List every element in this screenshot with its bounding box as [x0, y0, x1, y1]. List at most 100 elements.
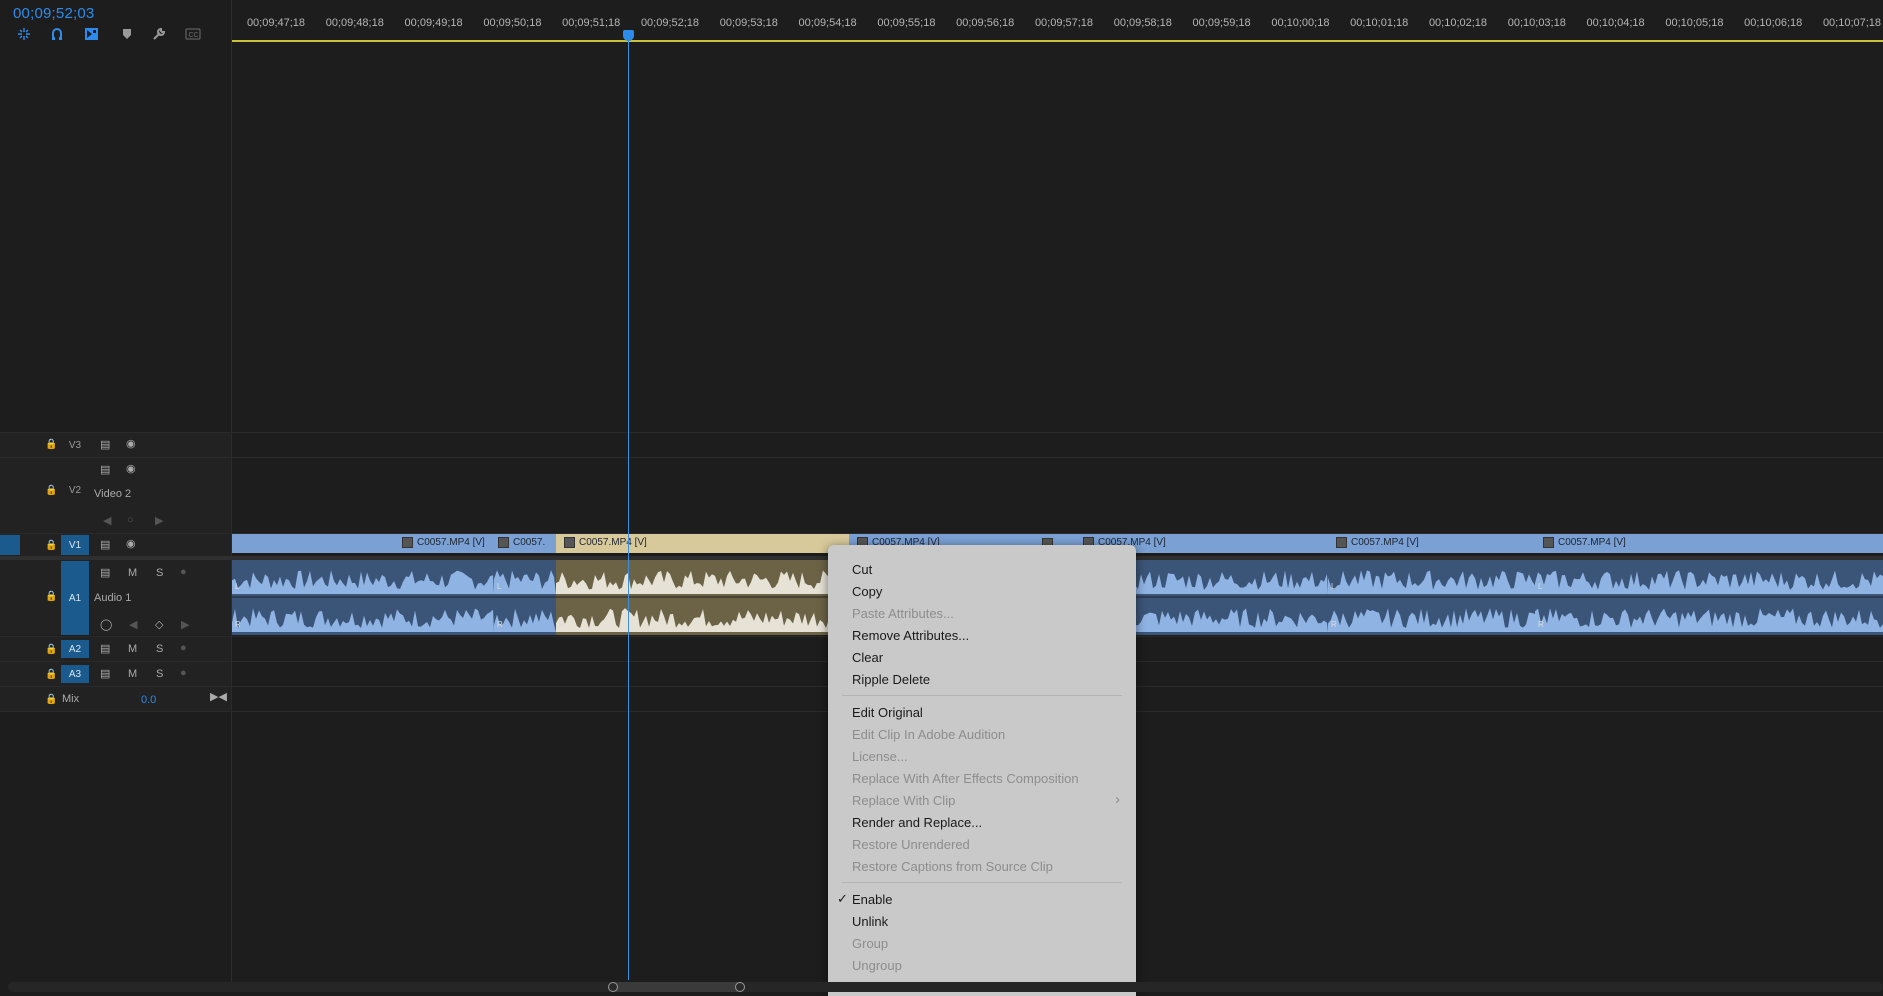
captions-icon[interactable]: CC [184, 26, 202, 42]
lock-icon[interactable]: 🔒 [45, 591, 57, 602]
ruler-time-label: 00;10;04;18 [1586, 17, 1645, 29]
add-keyframe-icon[interactable]: ○ [127, 514, 134, 526]
menu-item-cut[interactable]: Cut [852, 562, 872, 577]
eye-icon[interactable]: ◉ [126, 537, 136, 550]
timeline-scrollbar[interactable] [8, 982, 1883, 992]
track-name-a1[interactable]: Audio 1 [94, 592, 131, 604]
mute-button-a1[interactable]: M [128, 567, 137, 579]
lock-icon[interactable]: 🔒 [45, 485, 57, 496]
menu-item-remove-attributes[interactable]: Remove Attributes... [852, 628, 969, 643]
voiceover-mic-icon[interactable]: ● [180, 642, 187, 654]
menu-item-copy[interactable]: Copy [852, 584, 882, 599]
add-marker-icon[interactable] [118, 26, 136, 42]
scrollbar-thumb[interactable] [610, 982, 742, 992]
menu-item-edit-original[interactable]: Edit Original [852, 705, 923, 720]
svg-text:CC: CC [189, 32, 199, 39]
channel-label: R [1331, 620, 1337, 629]
menu-item-ripple-delete[interactable]: Ripple Delete [852, 672, 930, 687]
snap-icon[interactable] [15, 26, 33, 42]
track-target-a3[interactable]: A3 [61, 665, 89, 683]
audio-clip[interactable]: LR [494, 560, 557, 635]
menu-item-label: Cut [852, 562, 873, 577]
source-patch-v1[interactable] [0, 535, 20, 555]
solo-button-a3[interactable]: S [156, 668, 163, 680]
ruler-time-label: 00;09;55;18 [877, 17, 936, 29]
menu-item-clear[interactable]: Clear [852, 650, 883, 665]
ruler-time-label: 00;10;00;18 [1271, 17, 1330, 29]
waveform [1535, 570, 1883, 632]
menu-item-label: Remove Attributes... [852, 628, 970, 643]
waveform [1328, 570, 1535, 632]
voiceover-mic-icon[interactable]: ● [180, 667, 187, 679]
track-name-v2[interactable]: Video 2 [94, 488, 131, 500]
wrench-icon[interactable] [150, 26, 168, 42]
video-clip[interactable]: C0057.MP4 [V] [556, 534, 850, 553]
zoom-handle-right[interactable] [735, 982, 745, 992]
sync-lock-icon[interactable]: ▤ [100, 438, 110, 451]
mute-button-a3[interactable]: M [128, 668, 137, 680]
ruler-time-label: 00;10;05;18 [1665, 17, 1724, 29]
ruler-time-label: 00;09;50;18 [483, 17, 542, 29]
track-target-v1[interactable]: V1 [61, 535, 89, 555]
work-area-bar[interactable] [232, 40, 1883, 42]
audio-clip[interactable]: LR [1535, 560, 1883, 635]
track-target-v3[interactable]: V3 [61, 436, 89, 454]
previous-keyframe-icon[interactable]: ◀ [103, 514, 111, 527]
waveform [494, 570, 556, 632]
track-header-a3 [0, 662, 231, 686]
lock-icon[interactable]: 🔒 [45, 439, 57, 450]
linked-selection-icon[interactable] [48, 26, 66, 42]
menu-item-label: Replace With After Effects Composition [852, 771, 1079, 786]
audio-clip[interactable]: LR [556, 560, 850, 635]
next-keyframe-icon[interactable]: ▶ [155, 514, 163, 527]
video-clip[interactable]: C0057. [494, 534, 557, 553]
sync-lock-icon[interactable]: ▤ [100, 538, 110, 551]
audio-clip[interactable]: LR [1328, 560, 1536, 635]
video-clip[interactable]: C0057.MP4 [V] [1535, 534, 1883, 553]
solo-button-a1[interactable]: S [156, 567, 163, 579]
ruler-time-label: 00;09;58;18 [1113, 17, 1172, 29]
insert-nest-icon[interactable] [82, 26, 100, 42]
mute-button-a2[interactable]: M [128, 643, 137, 655]
playhead-handle[interactable] [623, 30, 634, 41]
add-keyframe-icon[interactable]: ◇ [155, 618, 163, 631]
playhead-timecode[interactable]: 00;09;52;03 [13, 5, 94, 22]
menu-item-enable[interactable]: Enable [852, 892, 892, 907]
menu-item-render-and-replace[interactable]: Render and Replace... [852, 815, 982, 830]
channel-label: L [497, 582, 502, 591]
audio-clip[interactable]: LR [232, 560, 495, 635]
lock-icon[interactable]: 🔒 [45, 669, 57, 680]
pan-icon[interactable]: ▶◀ [210, 690, 227, 703]
lock-icon[interactable]: 🔒 [45, 540, 57, 551]
ruler-time-label: 00;09;59;18 [1192, 17, 1251, 29]
waveform-channel [494, 608, 556, 632]
voiceover-mic-icon[interactable]: ● [180, 566, 187, 578]
zoom-handle-left[interactable] [608, 982, 618, 992]
menu-item-label: Enable [852, 892, 893, 907]
mix-volume-value[interactable]: 0.0 [141, 694, 156, 706]
eye-icon[interactable]: ◉ [126, 462, 136, 475]
keyframe-options-icon[interactable]: ◯ [100, 618, 112, 631]
eye-icon[interactable]: ◉ [126, 437, 136, 450]
lock-icon[interactable]: 🔒 [45, 644, 57, 655]
video-clip[interactable]: C0057.MP4 [V] [232, 534, 495, 553]
solo-button-a2[interactable]: S [156, 643, 163, 655]
fx-badge-icon [498, 537, 509, 548]
sync-lock-icon[interactable]: ▤ [100, 463, 110, 476]
next-keyframe-icon[interactable]: ▶ [181, 618, 189, 631]
playhead-line[interactable] [628, 34, 629, 980]
previous-keyframe-icon[interactable]: ◀ [129, 618, 137, 631]
channel-label: R [559, 620, 565, 629]
sync-lock-icon[interactable]: ▤ [100, 566, 110, 579]
clip-label: C0057.MP4 [V] [1351, 537, 1419, 548]
sync-lock-icon[interactable]: ▤ [100, 667, 110, 680]
track-target-v2[interactable]: V2 [61, 481, 89, 499]
track-target-a2[interactable]: A2 [61, 640, 89, 658]
sync-lock-icon[interactable]: ▤ [100, 642, 110, 655]
lock-icon[interactable]: 🔒 [45, 694, 57, 705]
waveform-channel [232, 608, 494, 632]
track-target-a1[interactable]: A1 [61, 561, 89, 635]
menu-item-unlink[interactable]: Unlink [852, 914, 888, 929]
video-clip[interactable]: C0057.MP4 [V] [1328, 534, 1536, 553]
menu-item-replace-with-clip: Replace With Clip [852, 793, 955, 808]
